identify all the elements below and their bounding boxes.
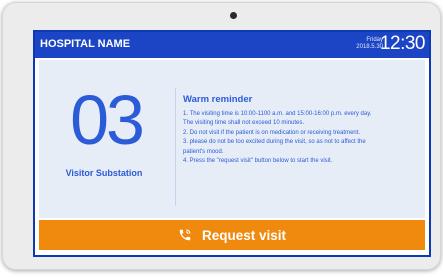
tablet-frame: HOSPITAL NAME Friday 2018.5.30 12:30 03 … <box>2 2 441 270</box>
station-label: Visitor Substation <box>65 168 143 178</box>
reminder-line: The visiting time shall not exceed 10 mi… <box>183 120 305 127</box>
request-visit-button[interactable]: Request visit <box>39 220 425 250</box>
reminder-title: Warm reminder <box>183 94 253 105</box>
info-panel: 03 Visitor Substation Warm reminder 1. T… <box>39 60 425 218</box>
camera-icon <box>230 12 237 19</box>
queue-number: 03 <box>70 81 145 159</box>
clock: 12:30 <box>379 33 426 54</box>
phone-icon <box>179 229 191 241</box>
request-visit-label: Request visit <box>201 227 287 243</box>
reminder-line: 4. Press the "request visit" button belo… <box>183 158 333 165</box>
header-bar: HOSPITAL NAME Friday 2018.5.30 12:30 <box>35 32 429 58</box>
reminder-line: 3. please do not be too excited during t… <box>183 139 366 146</box>
reminder-line: patient's mood. <box>183 148 224 155</box>
screen: HOSPITAL NAME Friday 2018.5.30 12:30 03 … <box>33 30 431 257</box>
divider <box>175 88 176 206</box>
reminder-section: Warm reminder 1. The visiting time is 10… <box>183 94 423 166</box>
hospital-name: HOSPITAL NAME <box>40 38 131 50</box>
reminder-line: 2. Do not visit if the patient is on med… <box>183 129 361 136</box>
reminder-line: 1. The visiting time is 10:00-1100 a.m. … <box>183 111 372 117</box>
